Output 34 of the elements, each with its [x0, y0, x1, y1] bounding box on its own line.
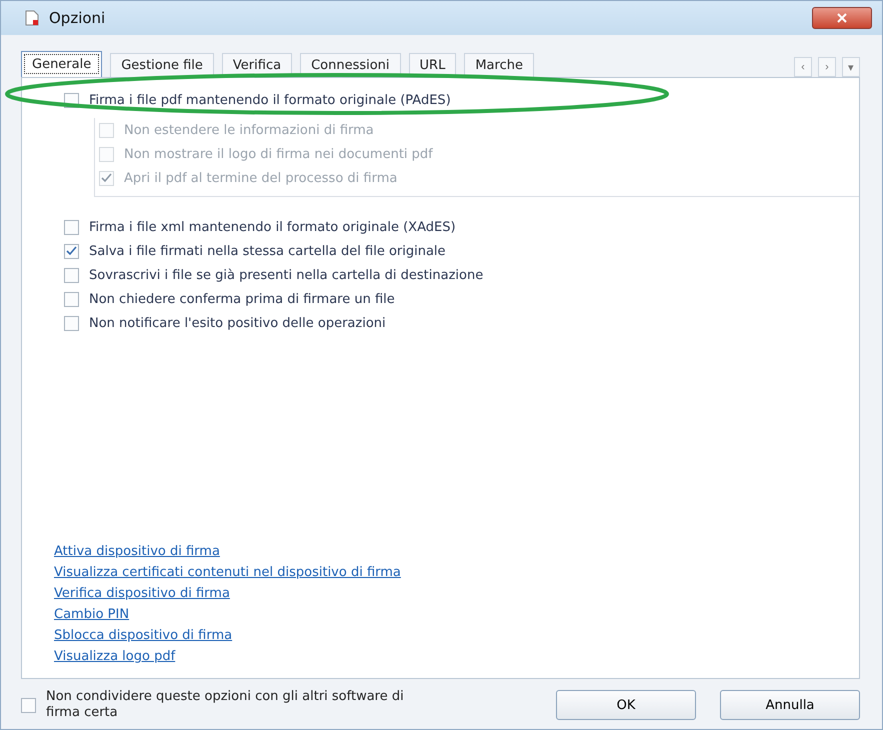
window-title: Opzioni: [49, 9, 106, 27]
tab[interactable]: Gestione file: [110, 53, 214, 77]
checkbox[interactable]: [21, 698, 36, 712]
tab[interactable]: Generale: [21, 51, 102, 77]
option-label: Non estendere le informazioni di firma: [124, 122, 374, 138]
option-label: Sovrascrivi i file se già presenti nella cartella di destinazione: [89, 268, 484, 282]
option-label: Non chiedere conferma prima di firmare un file: [89, 292, 395, 306]
option-label: Non condividere queste opzioni con gli altri software di firma certa: [46, 689, 405, 721]
dialog-button[interactable]: OK: [556, 690, 696, 720]
option-label: Non mostrare il logo di firma nei documenti pdf: [124, 146, 433, 162]
link[interactable]: Sblocca dispositivo di firma: [54, 628, 859, 643]
checkbox[interactable]: [64, 316, 79, 330]
checkbox[interactable]: [64, 244, 79, 258]
link[interactable]: Attiva dispositivo di firma: [54, 544, 859, 559]
tab-scroll-button[interactable]: ▾: [842, 57, 860, 77]
dialog-button[interactable]: Annulla: [720, 690, 860, 720]
option-label: Salva i file firmati nella stessa cartella del file originale: [89, 244, 446, 258]
close-button[interactable]: [812, 7, 872, 29]
option-label: Non notificare l'esito positivo delle operazioni: [89, 316, 386, 330]
option-label: Firma i file pdf mantenendo il formato originale (PAdES): [89, 92, 451, 108]
checkbox[interactable]: [64, 220, 79, 234]
link[interactable]: Cambio PIN: [54, 607, 859, 622]
checkbox[interactable]: [64, 292, 79, 306]
link[interactable]: Verifica dispositivo di firma: [54, 586, 859, 601]
link[interactable]: Visualizza logo pdf: [54, 649, 859, 664]
link[interactable]: Visualizza certificati contenuti nel dispositivo di firma: [54, 565, 859, 580]
document-icon: [25, 10, 39, 26]
tab-scroll-button[interactable]: ‹: [794, 57, 812, 77]
checkbox[interactable]: [64, 268, 79, 282]
option-label: Apri il pdf al termine del processo di firma: [124, 170, 398, 186]
tab[interactable]: Marche: [464, 53, 534, 77]
close-icon: [837, 13, 847, 23]
tab-scroll-button[interactable]: ›: [818, 57, 836, 77]
option-label: Firma i file xml mantenendo il formato originale (XAdES): [89, 220, 456, 234]
